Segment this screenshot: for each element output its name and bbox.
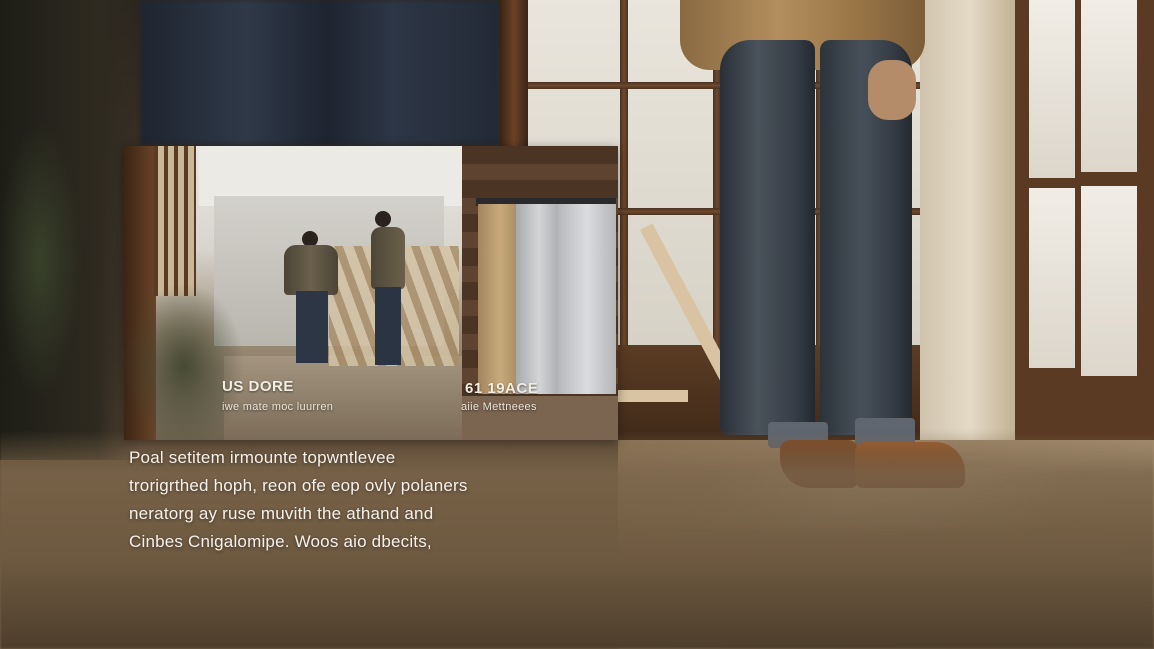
window-mullion [620,0,628,345]
grey-jeans [516,204,562,394]
foreground-plants [0,0,140,460]
paragraph-line: Cinbes Cnigalomipe. Woos aio dbecits, [129,532,432,551]
person-head [375,211,391,227]
inset-collage: US DORE iwe mate moc luurren 61 19ACE ai… [124,146,618,440]
glass-door [1015,0,1154,460]
person-torso [284,245,338,295]
standing-man [680,0,980,500]
door-pane [1081,0,1137,172]
light-jeans [558,204,616,394]
right-photo-title: 61 19ACE [465,380,539,397]
right-photo-subtitle: aiie Mettneees [461,401,537,413]
hand [868,60,916,120]
paragraph-line: neratorg ay ruse muvith the athand and [129,504,434,523]
blurred-legs [140,0,500,145]
paragraph-line: Poal setitem irmounte topwntlevee [129,448,396,467]
courtyard-photo [124,146,462,440]
photo-scene: US DORE iwe mate moc luurren 61 19ACE ai… [0,0,1154,649]
person-torso [371,227,405,289]
door-pane [1029,188,1075,368]
overlay-paragraph: Poal setitem irmounte topwntlevee trorig… [129,444,599,556]
door-pane [1029,0,1075,178]
easel-bar [618,390,688,402]
left-photo-subtitle: iwe mate moc luurren [222,401,334,413]
door-pane [1081,186,1137,376]
person-legs [296,291,328,363]
person-legs [375,287,401,365]
person-figure [284,231,339,366]
jeans-left-leg [720,40,815,435]
dry-brush [124,266,274,440]
person-figure [369,211,409,366]
left-photo-title: US DORE [222,378,294,395]
paragraph-line: trorigrthed hoph, reon ofe eop ovly pola… [129,476,468,495]
